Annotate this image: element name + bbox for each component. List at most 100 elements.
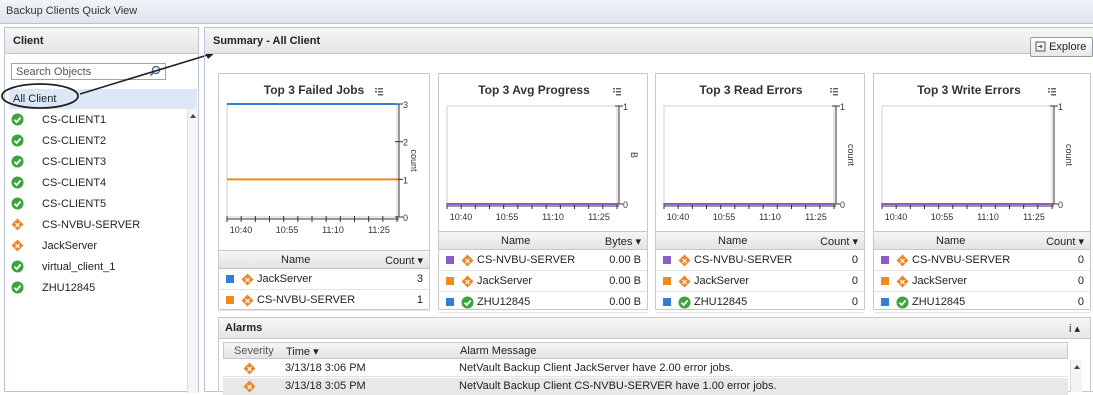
client-pane: Client Search Objects All Client CS-CLIE…: [4, 27, 199, 393]
y-tick-label: 1: [403, 175, 408, 185]
client-name: JackServer: [42, 239, 98, 252]
col-value[interactable]: Count ▾: [820, 235, 858, 248]
chart-menu-icon[interactable]: [613, 88, 621, 96]
client-item[interactable]: CS-CLIENT1: [5, 109, 197, 130]
ok-status-icon: [11, 260, 24, 273]
client-name: CS-CLIENT5: [42, 197, 107, 210]
chart-title: Top 3 Failed Jobs: [264, 83, 365, 97]
warning-status-icon: [896, 275, 909, 288]
col-name[interactable]: Name: [281, 254, 310, 266]
client-item[interactable]: JackServer: [5, 235, 197, 256]
x-tick-label: 10:40: [230, 225, 253, 234]
table-row[interactable]: CS-NVBU-SERVER 0: [874, 250, 1090, 271]
col-value[interactable]: Bytes ▾: [605, 235, 641, 248]
client-item[interactable]: CS-CLIENT3: [5, 151, 197, 172]
client-item[interactable]: CS-CLIENT2: [5, 130, 197, 151]
chart-menu-icon[interactable]: [1048, 88, 1056, 96]
plot-area: [663, 105, 835, 205]
alarms-collapse-button[interactable]: i ▴: [1069, 322, 1080, 335]
y-tick-label: 0: [403, 213, 408, 223]
client-list-scrollbar[interactable]: [187, 109, 198, 393]
warning-status-icon: [11, 239, 24, 252]
chart-table: Name Count ▾ CS-NVBU-SERVER 0 JackServer 0 ZHU…: [874, 231, 1090, 313]
table-row[interactable]: ZHU12845 0.00 B: [439, 292, 647, 313]
table-header: Name Count ▾: [656, 232, 864, 250]
row-value: 0: [1077, 275, 1084, 287]
warning-status-icon: [243, 362, 256, 375]
series-swatch: [881, 298, 889, 306]
y-tick-label: 3: [403, 100, 408, 110]
table-row[interactable]: CS-NVBU-SERVER 0.00 B: [439, 250, 647, 271]
table-row[interactable]: ZHU12845 0: [656, 292, 864, 313]
table-header: Name Count ▾: [219, 251, 429, 269]
client-item[interactable]: ZHU12845: [5, 277, 197, 298]
scroll-up-icon[interactable]: [1072, 362, 1082, 372]
alarms-table-header: Severity Time ▾ Alarm Message: [223, 342, 1068, 359]
series-swatch: [226, 296, 234, 304]
series-swatch: [446, 277, 454, 285]
ok-status-icon: [678, 296, 691, 309]
table-row[interactable]: JackServer 0: [874, 271, 1090, 292]
client-item[interactable]: CS-NVBU-SERVER: [5, 214, 197, 235]
explore-button[interactable]: Explore: [1030, 37, 1093, 57]
chart-title: Top 3 Read Errors: [699, 83, 802, 97]
row-value: 0: [1077, 296, 1084, 308]
alarms-scrollbar[interactable]: [1070, 360, 1082, 392]
x-tick-label: 10:55: [931, 212, 954, 222]
chart-title: Top 3 Avg Progress: [478, 83, 590, 97]
col-value[interactable]: Count ▾: [385, 254, 423, 267]
all-client-item[interactable]: All Client: [9, 89, 197, 109]
client-name: ZHU12845: [42, 281, 96, 294]
chart-table: Name Bytes ▾ CS-NVBU-SERVER 0.00 B JackServe…: [439, 231, 647, 313]
scroll-up-icon[interactable]: [188, 111, 198, 121]
x-tick-label: 10:55: [496, 212, 519, 222]
client-item[interactable]: CS-CLIENT5: [5, 193, 197, 214]
line-chart: Top 3 Failed Jobs 10:40 10:55 11:10 11:25 3 2 1…: [226, 83, 419, 234]
table-row[interactable]: JackServer 3: [219, 269, 429, 290]
table-row[interactable]: JackServer 0: [656, 271, 864, 292]
series-swatch: [663, 298, 671, 306]
chart-menu-icon[interactable]: [830, 88, 838, 96]
alarm-time: 3/13/18 3:06 PM: [285, 362, 366, 374]
col-name[interactable]: Name: [936, 235, 965, 247]
row-name: CS-NVBU-SERVER: [257, 294, 356, 306]
chart-menu-icon[interactable]: [375, 88, 383, 96]
explore-label: Explore: [1049, 41, 1087, 53]
alarm-row[interactable]: 3/13/18 3:06 PM NetVault Backup Client Ja…: [223, 360, 1068, 377]
client-list: CS-CLIENT1 CS-CLIENT2 CS-CLIENT3 CS-CLIENT4…: [5, 109, 197, 298]
table-row[interactable]: CS-NVBU-SERVER 0: [656, 250, 864, 271]
search-input[interactable]: Search Objects: [11, 63, 166, 80]
client-name: CS-NVBU-SERVER: [42, 218, 141, 231]
client-name: virtual_client_1: [42, 260, 116, 273]
y-axis-label: count: [409, 149, 419, 172]
col-name[interactable]: Name: [501, 235, 530, 247]
col-message[interactable]: Alarm Message: [460, 345, 536, 357]
col-name[interactable]: Name: [718, 235, 747, 247]
table-row[interactable]: JackServer 0.00 B: [439, 271, 647, 292]
col-value[interactable]: Count ▾: [1046, 235, 1084, 248]
client-name: CS-CLIENT3: [42, 155, 107, 168]
y-tick-label: 1: [623, 102, 628, 112]
series-swatch: [881, 256, 889, 264]
alarm-row[interactable]: 3/13/18 3:05 PM NetVault Backup Client CS…: [223, 378, 1068, 395]
client-item[interactable]: CS-CLIENT4: [5, 172, 197, 193]
y-axis-label: B: [629, 152, 639, 158]
x-tick-label: 11:25: [588, 212, 610, 222]
x-tick-label: 11:10: [322, 225, 344, 234]
col-time[interactable]: Time ▾: [286, 345, 319, 358]
x-tick-label: 10:40: [450, 212, 473, 222]
chart-table: Name Count ▾ CS-NVBU-SERVER 0 JackServer 0 ZHU…: [656, 231, 864, 313]
search-icon[interactable]: [149, 65, 161, 77]
col-severity[interactable]: Severity: [234, 345, 274, 357]
warning-status-icon: [241, 273, 254, 286]
table-row[interactable]: ZHU12845 0: [874, 292, 1090, 313]
series-swatch: [663, 277, 671, 285]
chart-table: Name Count ▾ JackServer 3 CS-NVBU-SERVER 1: [219, 250, 429, 311]
series-swatch: [446, 256, 454, 264]
client-item[interactable]: virtual_client_1: [5, 256, 197, 277]
alarms-header: Alarms i ▴: [219, 318, 1090, 339]
table-row[interactable]: CS-NVBU-SERVER 1: [219, 290, 429, 311]
x-tick-label: 10:40: [885, 212, 908, 222]
row-value: 0: [851, 275, 858, 287]
warning-status-icon: [896, 254, 909, 267]
